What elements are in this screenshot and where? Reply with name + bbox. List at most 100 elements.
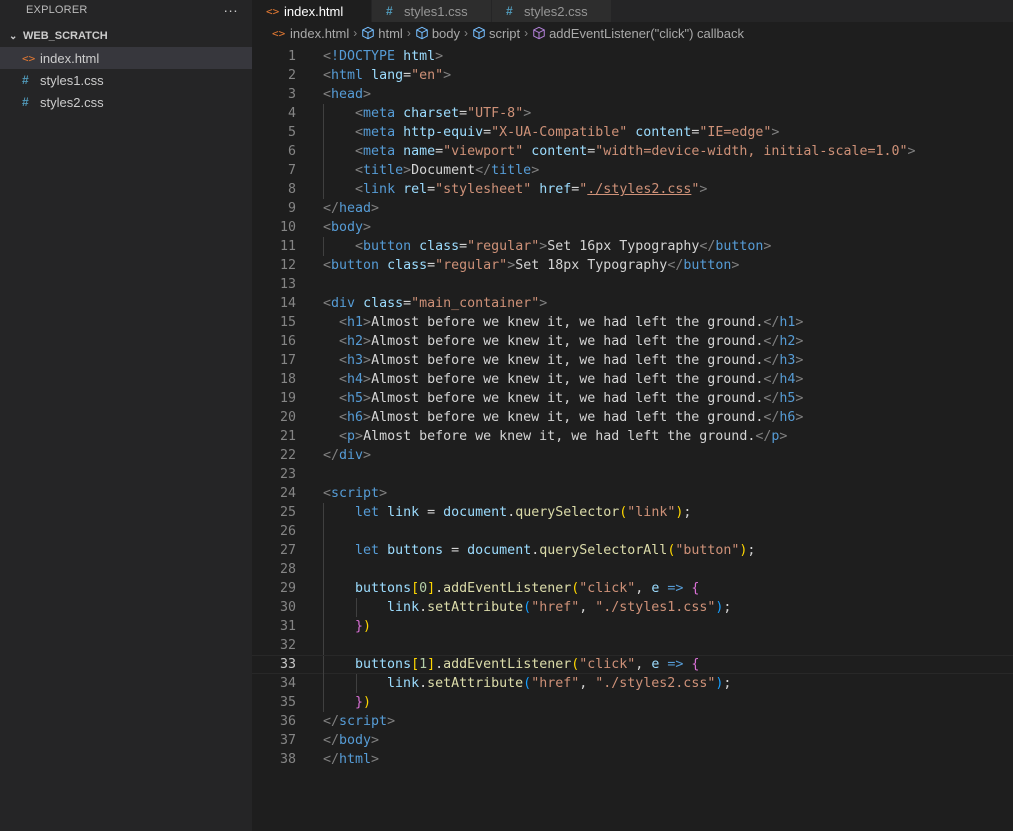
line-number: 28	[279, 562, 296, 577]
code-text: <button class="regular">Set 18px Typogra…	[323, 258, 739, 273]
explorer-file-styles2-css[interactable]: # styles2.css	[0, 91, 252, 113]
code-token: <	[339, 391, 348, 406]
breadcrumb-body[interactable]: body	[415, 26, 460, 41]
explorer-file-styles1-css[interactable]: # styles1.css	[0, 69, 252, 91]
tab-index-html[interactable]: <> index.html	[252, 0, 372, 22]
code-line[interactable]: 12 <button class="regular">Set 18px Typog…	[252, 256, 1013, 275]
breadcrumb-script[interactable]: script	[472, 26, 520, 41]
tab-styles2-css[interactable]: # styles2.css	[492, 0, 612, 22]
tab-styles1-css[interactable]: # styles1.css	[372, 0, 492, 22]
code-token: >	[795, 353, 804, 368]
code-line[interactable]: 19 <h5>Almost before we knew it, we had …	[252, 389, 1013, 408]
code-line[interactable]: 23	[252, 465, 1013, 484]
code-line[interactable]: 15 <h1>Almost before we knew it, we had …	[252, 313, 1013, 332]
code-token: >	[363, 353, 372, 368]
code-line[interactable]: 37 </body>	[252, 731, 1013, 750]
code-token: =	[403, 296, 412, 311]
code-text: <h4>Almost before we knew it, we had lef…	[323, 372, 803, 387]
code-line[interactable]: 7 <title>Document</title>	[252, 161, 1013, 180]
code-token: <	[339, 429, 348, 444]
line-number: 37	[279, 733, 296, 748]
code-line[interactable]: 16 <h2>Almost before we knew it, we had …	[252, 332, 1013, 351]
code-token: </	[323, 733, 340, 748]
code-line[interactable]: 26	[252, 522, 1013, 541]
code-line[interactable]: 18 <h4>Almost before we knew it, we had …	[252, 370, 1013, 389]
breadcrumb-html[interactable]: html	[361, 26, 403, 41]
code-line[interactable]: 33 buttons[1].addEventListener("click", …	[252, 655, 1013, 675]
code-line[interactable]: 35 })	[252, 693, 1013, 712]
explorer-file-index-html[interactable]: <> index.html	[0, 47, 252, 69]
line-number: 11	[279, 239, 296, 254]
code-token: setAttribute	[427, 676, 524, 691]
line-number: 1	[287, 49, 296, 64]
code-token: }	[355, 619, 364, 634]
code-line[interactable]: 4 <meta charset="UTF-8">	[252, 104, 1013, 123]
code-token: >	[379, 486, 388, 501]
code-token: h2	[347, 334, 364, 349]
code-line[interactable]: 14 <div class="main_container">	[252, 294, 1013, 313]
code-line[interactable]: 24 <script>	[252, 484, 1013, 503]
code-line[interactable]: 30 link.setAttribute("href", "./styles1.…	[252, 598, 1013, 617]
code-token: head	[331, 87, 364, 102]
folder-web-scratch[interactable]: ⌄ WEB_SCRATCH	[0, 25, 252, 47]
code-line[interactable]: 36 </script>	[252, 712, 1013, 731]
code-line[interactable]: 20 <h6>Almost before we knew it, we had …	[252, 408, 1013, 427]
code-token: "width=device-width, initial-scale=1.0"	[595, 144, 908, 159]
code-editor[interactable]: 1 <!DOCTYPE html> 2 <html lang="en"> 3 <head>…	[252, 47, 1013, 769]
line-number: 31	[279, 619, 296, 634]
code-token: >	[795, 372, 804, 387]
code-line[interactable]: 10 <body>	[252, 218, 1013, 237]
code-token: "link"	[627, 505, 676, 520]
code-line[interactable]: 29 buttons[0].addEventListener("click", …	[252, 579, 1013, 598]
code-token: h3	[347, 353, 364, 368]
code-line[interactable]: 21 <p>Almost before we knew it, we had l…	[252, 427, 1013, 446]
code-token: ;	[747, 543, 756, 558]
code-line[interactable]: 27 let buttons = document.querySelectorA…	[252, 541, 1013, 560]
chevron-down-icon: ⌄	[9, 30, 18, 42]
code-token: =	[403, 68, 412, 83]
code-line[interactable]: 11 <button class="regular">Set 16px Typo…	[252, 237, 1013, 256]
code-text: })	[323, 619, 371, 634]
code-token: >	[371, 752, 380, 767]
code-text: <!DOCTYPE html>	[323, 49, 443, 64]
code-text: <h1>Almost before we knew it, we had lef…	[323, 315, 803, 330]
code-token: >	[371, 733, 380, 748]
code-line[interactable]: 2 <html lang="en">	[252, 66, 1013, 85]
code-line[interactable]: 13	[252, 275, 1013, 294]
code-line[interactable]: 22 </div>	[252, 446, 1013, 465]
explorer-sidebar: EXPLORER ··· ⌄ WEB_SCRATCH <> index.html…	[0, 0, 252, 831]
code-line[interactable]: 31 })	[252, 617, 1013, 636]
code-line[interactable]: 1 <!DOCTYPE html>	[252, 47, 1013, 66]
code-line[interactable]: 17 <h3>Almost before we knew it, we had …	[252, 351, 1013, 370]
code-token: querySelector	[515, 505, 620, 520]
code-line[interactable]: 5 <meta http-equiv="X-UA-Compatible" con…	[252, 123, 1013, 142]
more-actions-icon[interactable]: ···	[223, 2, 238, 18]
code-token: ,	[635, 581, 652, 596]
code-token: </	[755, 429, 772, 444]
code-line[interactable]: 28	[252, 560, 1013, 579]
code-token: .	[419, 676, 428, 691]
code-line[interactable]: 38 </html>	[252, 750, 1013, 769]
code-line[interactable]: 9 </head>	[252, 199, 1013, 218]
code-text: <link rel="stylesheet" href="./styles2.c…	[323, 182, 707, 197]
code-token: Almost before we knew it, we had left th…	[371, 372, 764, 387]
code-line[interactable]: 32	[252, 636, 1013, 655]
code-token: button	[715, 239, 764, 254]
breadcrumb-file[interactable]: <> index.html	[272, 26, 349, 41]
code-token: Almost before we knew it, we had left th…	[371, 315, 764, 330]
code-token: =	[427, 182, 436, 197]
code-token: charset	[403, 106, 460, 121]
code-line[interactable]: 8 <link rel="stylesheet" href="./styles2…	[252, 180, 1013, 199]
code-line[interactable]: 6 <meta name="viewport" content="width=d…	[252, 142, 1013, 161]
code-line[interactable]: 3 <head>	[252, 85, 1013, 104]
code-token: setAttribute	[427, 600, 524, 615]
code-token: button	[363, 239, 412, 254]
breadcrumb-callback[interactable]: addEventListener("click") callback	[532, 26, 744, 41]
code-line[interactable]: 25 let link = document.querySelector("li…	[252, 503, 1013, 522]
code-line[interactable]: 34 link.setAttribute("href", "./styles2.…	[252, 674, 1013, 693]
